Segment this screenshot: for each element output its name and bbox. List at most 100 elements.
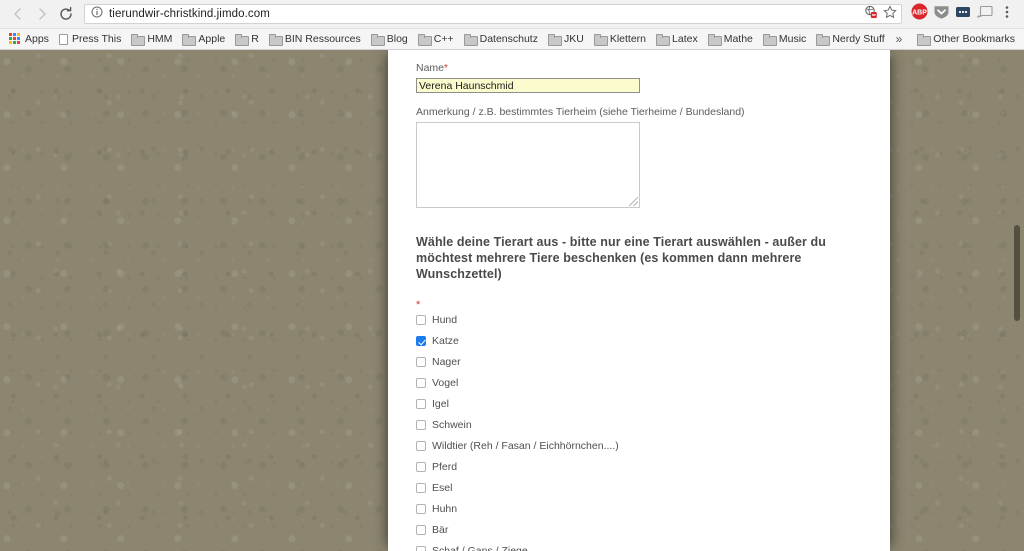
bookmark-label: JKU <box>563 32 584 45</box>
back-button[interactable] <box>6 2 30 26</box>
checkbox-row-wildtier[interactable]: Wildtier (Reh / Fasan / Eichhörnchen....… <box>416 436 862 457</box>
tierart-required-marker: * <box>416 298 421 311</box>
folder-icon <box>182 34 197 46</box>
reload-icon <box>58 6 74 22</box>
bookmark-label: Latex <box>672 32 698 45</box>
bookmark-item-apple[interactable]: Apple <box>177 30 230 48</box>
checkbox-row-esel[interactable]: Esel <box>416 478 862 499</box>
folder-icon <box>707 34 722 46</box>
bookmark-label: HMM <box>147 32 173 45</box>
folder-icon <box>816 34 831 46</box>
folder-icon <box>463 34 478 46</box>
folder-icon <box>417 34 432 46</box>
apps-grid-icon <box>9 33 21 45</box>
checkbox-schaf-gans-ziege[interactable] <box>416 546 426 551</box>
page-scrollbar[interactable] <box>1009 50 1024 551</box>
bookmark-item-hmm[interactable]: HMM <box>126 30 177 48</box>
bookmark-label: Music <box>778 32 807 45</box>
folder-icon <box>593 34 608 46</box>
bookmark-item-music[interactable]: Music <box>758 30 811 48</box>
anmerkung-field-label: Anmerkung / z.B. bestimmtes Tierheim (si… <box>416 106 745 118</box>
arrow-left-icon <box>10 6 26 22</box>
bookmark-label: C++ <box>433 32 454 45</box>
checkbox-row-huhn[interactable]: Huhn <box>416 499 862 520</box>
adblock-plus-icon: ABP <box>911 3 928 25</box>
bookmark-item-latex[interactable]: Latex <box>651 30 703 48</box>
bookmark-item-blog[interactable]: Blog <box>366 30 413 48</box>
name-label-text: Name <box>416 62 445 74</box>
checkbox-igel[interactable] <box>416 399 426 410</box>
folder-icon <box>762 34 777 46</box>
resize-grip-icon[interactable] <box>629 196 638 206</box>
bookmark-label: Apple <box>198 32 226 45</box>
adblock-plus-extension-button[interactable]: ABP <box>908 2 930 26</box>
folder-icon <box>131 34 146 46</box>
checkbox-wildtier[interactable] <box>416 441 426 452</box>
bookmark-item-mathe[interactable]: Mathe <box>703 30 758 48</box>
bookmark-label: Klettern <box>609 32 647 45</box>
anmerkung-textarea[interactable] <box>416 121 640 208</box>
bookmark-item-jku[interactable]: JKU <box>543 30 589 48</box>
bookmarks-bar: Apps Press This HMM Apple R BIN Ressourc… <box>0 28 1024 49</box>
bookmarks-overflow-button[interactable]: » <box>890 32 909 46</box>
bookmark-item-press-this[interactable]: Press This <box>54 30 126 48</box>
checkbox-vogel[interactable] <box>416 378 426 389</box>
page-icon <box>58 33 68 45</box>
extension-shield-button[interactable] <box>930 2 952 26</box>
form-container: Name* Anmerkung / z.B. bestimmtes Tierhe… <box>388 50 890 551</box>
content-settings-blocked-icon[interactable] <box>864 5 879 24</box>
folder-icon <box>917 34 932 46</box>
folder-icon <box>656 34 671 46</box>
content-column: Name* Anmerkung / z.B. bestimmtes Tierhe… <box>388 50 890 551</box>
bookmark-item-r[interactable]: R <box>230 30 264 48</box>
checkbox-row-pferd[interactable]: Pferd <box>416 457 862 478</box>
bookmark-apps[interactable]: Apps <box>4 30 54 48</box>
checkbox-row-nager[interactable]: Nager <box>416 352 862 373</box>
bookmark-item-nerdy-stuff[interactable]: Nerdy Stuff <box>811 30 889 48</box>
page-viewport: Name* Anmerkung / z.B. bestimmtes Tierhe… <box>0 50 1024 551</box>
url-text[interactable]: tierundwir-christkind.jimdo.com <box>109 8 864 20</box>
checkbox-hund[interactable] <box>416 315 426 326</box>
bookmark-item-cpp[interactable]: C++ <box>413 30 459 48</box>
required-marker: * <box>444 63 448 74</box>
cast-icon <box>977 5 993 24</box>
name-input[interactable] <box>416 78 640 93</box>
checkbox-label: Schaf / Gans / Ziege <box>432 544 528 551</box>
bookmark-item-bin-ressources[interactable]: BIN Ressources <box>264 30 366 48</box>
arrow-right-icon <box>34 6 50 22</box>
page-scrollbar-thumb[interactable] <box>1014 225 1020 321</box>
checkbox-label: Esel <box>432 481 453 494</box>
bookmark-star-icon[interactable] <box>883 4 897 24</box>
address-bar[interactable]: tierundwir-christkind.jimdo.com <box>84 4 902 24</box>
checkbox-nager[interactable] <box>416 357 426 368</box>
checkbox-baer[interactable] <box>416 525 426 536</box>
checkbox-pferd[interactable] <box>416 462 426 473</box>
checkbox-katze[interactable] <box>416 336 426 347</box>
checkbox-schwein[interactable] <box>416 420 426 431</box>
checkbox-row-baer[interactable]: Bär <box>416 520 862 541</box>
checkbox-row-vogel[interactable]: Vogel <box>416 373 862 394</box>
bookmark-item-klettern[interactable]: Klettern <box>589 30 651 48</box>
bookmark-label: BIN Ressources <box>284 32 361 45</box>
bookmark-item-datenschutz[interactable]: Datenschutz <box>459 30 543 48</box>
reload-button[interactable] <box>54 2 78 26</box>
forward-button[interactable] <box>30 2 54 26</box>
checkbox-label: Vogel <box>432 376 459 389</box>
shield-down-icon <box>933 4 950 25</box>
checkbox-row-schwein[interactable]: Schwein <box>416 415 862 436</box>
checkbox-label: Bär <box>432 523 449 536</box>
checkbox-row-schaf-gans-ziege[interactable]: Schaf / Gans / Ziege <box>416 541 862 551</box>
checkbox-esel[interactable] <box>416 483 426 494</box>
checkbox-label: Huhn <box>432 502 458 515</box>
cast-button[interactable] <box>974 2 996 26</box>
chrome-menu-button[interactable] <box>996 2 1018 26</box>
checkbox-label: Wildtier (Reh / Fasan / Eichhörnchen....… <box>432 439 619 452</box>
checkbox-row-igel[interactable]: Igel <box>416 394 862 415</box>
checkbox-label: Katze <box>432 334 459 347</box>
checkbox-huhn[interactable] <box>416 504 426 515</box>
extension-dark-button[interactable] <box>952 2 974 26</box>
checkbox-row-hund[interactable]: Hund <box>416 310 862 331</box>
bookmark-item-other-bookmarks[interactable]: Other Bookmarks <box>912 30 1020 48</box>
info-circle-icon[interactable] <box>91 5 103 23</box>
checkbox-row-katze[interactable]: Katze <box>416 331 862 352</box>
